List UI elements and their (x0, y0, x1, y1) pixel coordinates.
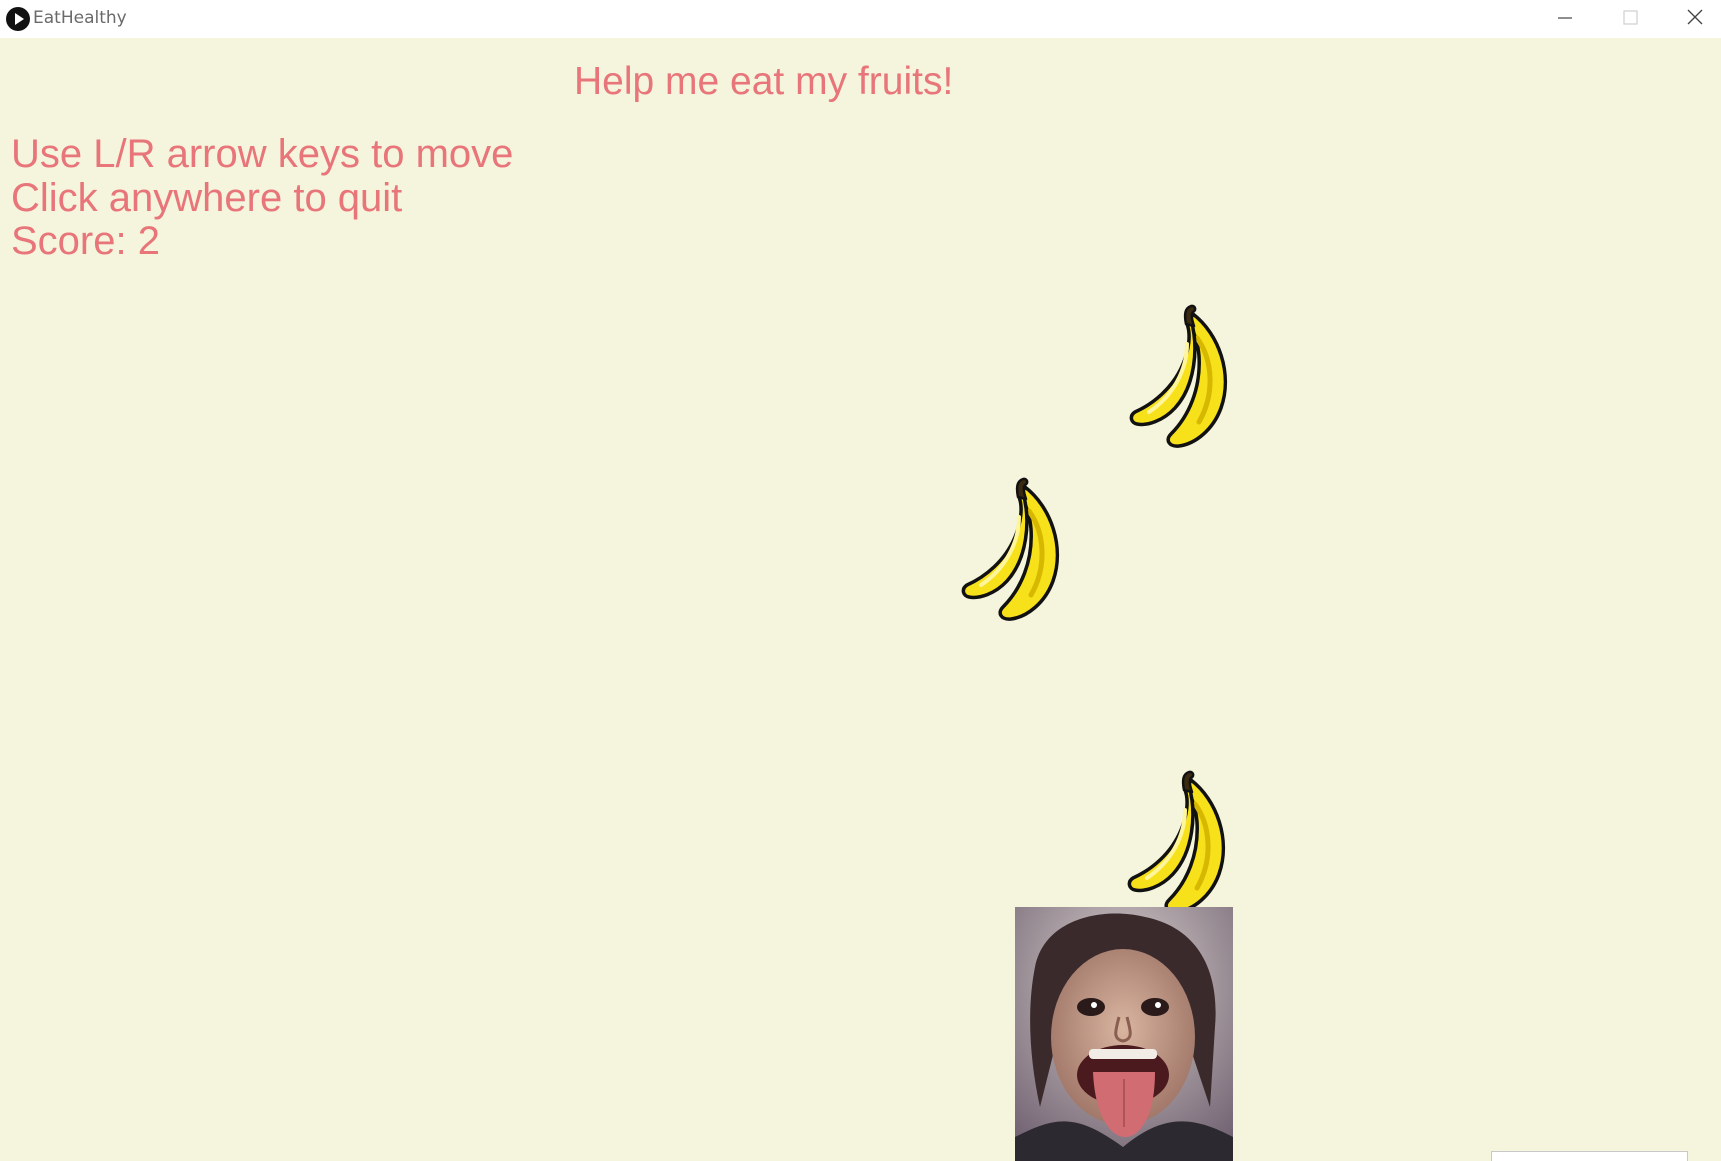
banana-icon (1129, 304, 1235, 454)
close-button[interactable] (1662, 0, 1721, 36)
instruction-move: Use L/R arrow keys to move (11, 132, 514, 176)
minimize-icon (1558, 17, 1572, 19)
title-bar: EatHealthy (0, 0, 1721, 38)
game-canvas[interactable]: Help me eat my fruits! Use L/R arrow key… (0, 38, 1721, 1161)
play-icon (6, 7, 30, 31)
window-title: EatHealthy (33, 8, 127, 28)
overlay-box (1491, 1151, 1688, 1161)
player-face (1015, 907, 1233, 1161)
instruction-quit: Click anywhere to quit (11, 176, 403, 220)
maximize-icon (1623, 10, 1638, 25)
close-icon (1687, 9, 1703, 25)
banana-icon (1127, 770, 1233, 920)
score-display: Score: 2 (11, 219, 160, 263)
banana-icon (961, 477, 1067, 627)
app-window: EatHealthy Help me eat my fruits! Use L/… (0, 0, 1721, 1161)
maximize-button[interactable] (1596, 0, 1662, 36)
game-heading: Help me eat my fruits! (574, 60, 954, 103)
minimize-button[interactable] (1530, 0, 1596, 36)
